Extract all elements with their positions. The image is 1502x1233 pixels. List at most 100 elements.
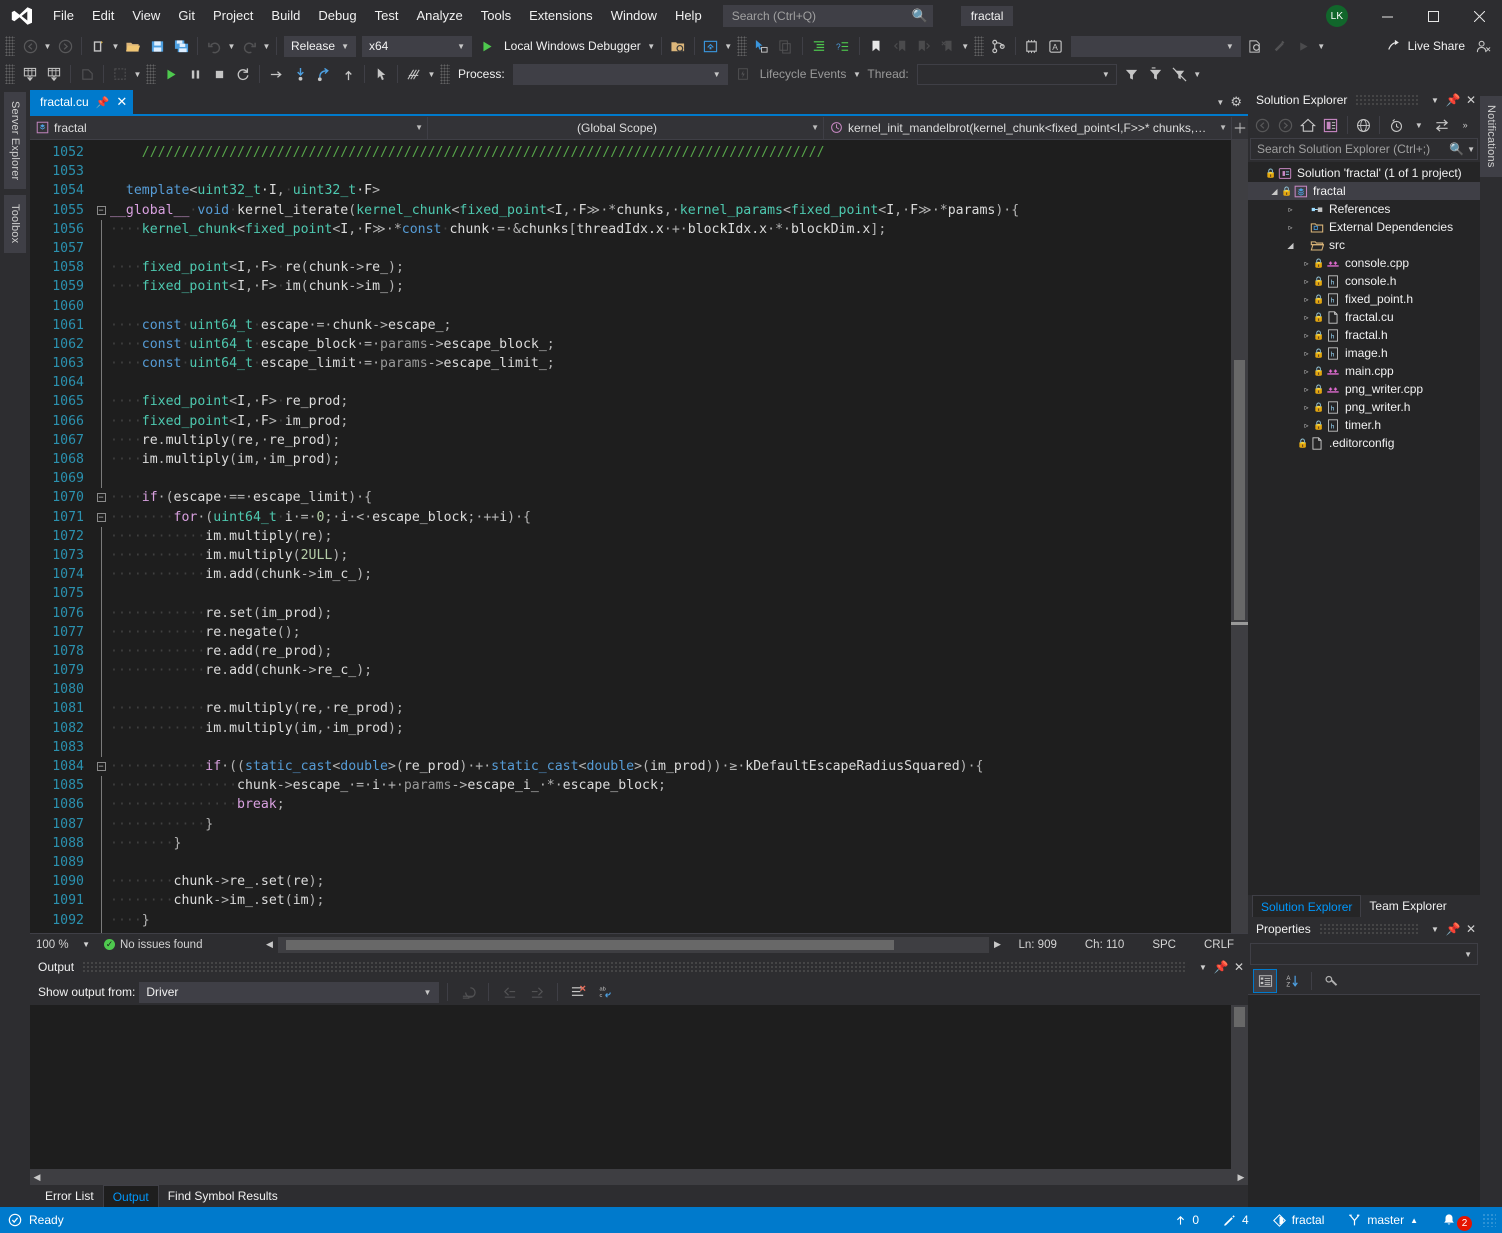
scroll-left-icon[interactable]: ◀ (262, 939, 276, 950)
code-line[interactable]: 1091 ········chunk->im_.set(im); (30, 891, 1231, 911)
minimize-button[interactable] (1364, 0, 1410, 32)
collapsed-chevron-icon[interactable]: ▹ (1284, 223, 1297, 232)
code-line[interactable]: 1079 ············re.add(chunk->re_c_); (30, 661, 1231, 681)
fold-gutter[interactable] (92, 469, 110, 489)
tab-toolbox[interactable]: Toolbox (4, 195, 26, 253)
tree-item-editorconfig[interactable]: 🔒 .editorconfig (1248, 434, 1480, 452)
fold-gutter[interactable] (92, 296, 110, 316)
save-all-icon[interactable] (170, 35, 192, 57)
tab-error-list[interactable]: Error List (36, 1185, 103, 1207)
find-in-files-icon[interactable] (1245, 35, 1267, 57)
fold-gutter[interactable] (92, 238, 110, 259)
gear-icon[interactable]: ⚙ (1230, 94, 1242, 110)
split-editor-icon[interactable] (1232, 122, 1248, 134)
copy-element-icon[interactable] (775, 35, 797, 57)
go-to-message-icon[interactable] (457, 981, 479, 1003)
fold-gutter[interactable] (92, 641, 110, 662)
scrollbar-thumb[interactable] (1234, 1007, 1245, 1027)
code-line[interactable]: 1055 − __global__·void·kernel_iterate(kern… (30, 201, 1231, 220)
code-line[interactable]: 1082 ············im.multiply(im,·im_prod)… (30, 718, 1231, 738)
toolbar-search-combo[interactable]: ▼ (1070, 35, 1241, 57)
tab-server-explorer[interactable]: Server Explorer (4, 92, 26, 190)
code-line[interactable]: 1067 ····re.multiply(re,·re_prod); (30, 430, 1231, 450)
code-line[interactable]: 1080 (30, 680, 1231, 700)
fold-gutter[interactable]: − (92, 757, 110, 776)
increase-indent-icon[interactable] (808, 35, 830, 57)
tree-item-fractal-h[interactable]: ▹ 🔒 h fractal.h (1248, 326, 1480, 344)
menu-build[interactable]: Build (262, 0, 309, 32)
tree-item-png-writer-cpp[interactable]: ▹ 🔒 png_writer.cpp (1248, 380, 1480, 398)
lifecycle-events-dropdown-icon[interactable]: ▼ (851, 70, 862, 79)
collapse-icon[interactable]: − (96, 205, 106, 215)
tab-output[interactable]: Output (102, 1185, 159, 1207)
code-line[interactable]: 1069 (30, 469, 1231, 489)
fold-gutter[interactable] (92, 852, 110, 873)
code-line[interactable]: 1053 (30, 162, 1231, 181)
undo-dropdown-icon[interactable]: ▼ (226, 42, 237, 51)
fold-gutter[interactable] (92, 430, 110, 450)
tree-item-fractal[interactable]: ◢ 🔒 fractal (1248, 182, 1480, 200)
menu-file[interactable]: File (44, 0, 83, 32)
solution-explorer-search-input[interactable]: Search Solution Explorer (Ctrl+;) 🔍 ▼ (1250, 138, 1478, 160)
pin-icon[interactable]: 📌 (1444, 922, 1462, 936)
batch-build-dropdown-icon[interactable]: ▼ (132, 70, 143, 79)
code-line[interactable]: 1056 ····kernel_chunk<fixed_point<I,·F≫·*… (30, 219, 1231, 239)
show-next-statement-icon[interactable] (265, 63, 287, 85)
output-horizontal-scrollbar[interactable]: ◀ ▶ (30, 1169, 1248, 1185)
tree-item-solution-fractal-1-of-1-project[interactable]: 🔒 Solution 'fractal' (1 of 1 project) (1248, 164, 1480, 182)
menu-git[interactable]: Git (169, 0, 204, 32)
code-line[interactable]: 1065 ····fixed_point<I,·F>·re_prod; (30, 392, 1231, 412)
code-line[interactable]: 1088 ········} (30, 833, 1231, 853)
properties-object-combo[interactable]: ▼ (1250, 943, 1478, 965)
fold-gutter[interactable] (92, 277, 110, 297)
fold-gutter[interactable] (92, 162, 110, 181)
toolbar-grip[interactable] (5, 36, 15, 56)
menu-window[interactable]: Window (602, 0, 666, 32)
fold-gutter[interactable] (92, 795, 110, 815)
tree-item-console-cpp[interactable]: ▹ 🔒 console.cpp (1248, 254, 1480, 272)
collapsed-chevron-icon[interactable]: ▹ (1300, 349, 1313, 358)
pending-changes-icon[interactable] (1385, 114, 1407, 136)
navigate-backward-dropdown-icon[interactable]: ▼ (42, 42, 53, 51)
start-debugging-dropdown-icon[interactable]: ▼ (646, 42, 657, 51)
code-line[interactable]: 1075 (30, 584, 1231, 604)
previous-message-icon[interactable] (498, 981, 520, 1003)
pin-icon[interactable]: 📌 (1444, 93, 1462, 107)
scrollbar-thumb[interactable] (286, 939, 895, 950)
code-line[interactable]: 1058 ····fixed_point<I,·F>·re(chunk->re_)… (30, 258, 1231, 278)
pointer-icon[interactable] (370, 63, 392, 85)
threads-icon[interactable] (403, 63, 425, 85)
menu-analyze[interactable]: Analyze (407, 0, 471, 32)
fold-gutter[interactable] (92, 680, 110, 700)
code-line[interactable]: 1063 ····const·uint64_t·escape_limit·=·pa… (30, 354, 1231, 374)
step-into-icon[interactable] (289, 63, 311, 85)
toolbar-grip[interactable] (146, 64, 156, 84)
expanded-chevron-icon[interactable]: ◢ (1268, 187, 1281, 196)
code-editor[interactable]: 1052 ///////////////////////////////////… (30, 140, 1231, 933)
git-changes-icon[interactable] (988, 35, 1010, 57)
code-line[interactable]: 1089 (30, 852, 1231, 873)
start-debugging-label[interactable]: Local Windows Debugger (499, 39, 646, 53)
collapsed-chevron-icon[interactable]: ▹ (1300, 313, 1313, 322)
branch-indicator[interactable]: master ▲ (1336, 1207, 1430, 1233)
menu-extensions[interactable]: Extensions (520, 0, 602, 32)
collapsed-chevron-icon[interactable]: ▹ (1300, 277, 1313, 286)
resize-grip[interactable] (1482, 1213, 1496, 1227)
live-share-button[interactable]: Live Share (1380, 39, 1471, 53)
new-project-dropdown-icon[interactable]: ▼ (110, 42, 121, 51)
process-combo[interactable]: ▼ (512, 63, 728, 85)
menu-debug[interactable]: Debug (309, 0, 365, 32)
fold-gutter[interactable] (92, 411, 110, 431)
code-line[interactable]: 1068 ····im.multiply(im,·im_prod); (30, 450, 1231, 470)
code-line[interactable]: 1066 ····fixed_point<I,·F>·im_prod; (30, 411, 1231, 431)
rebuild-solution-icon[interactable] (43, 63, 65, 85)
undo-icon[interactable] (203, 35, 225, 57)
fold-gutter[interactable]: − (92, 201, 110, 220)
tree-item-external-dependencies[interactable]: ▹ External Dependencies (1248, 218, 1480, 236)
repository-indicator[interactable]: fractal (1261, 1207, 1337, 1233)
code-line[interactable]: 1061 ····const·uint64_t·escape·=·chunk->e… (30, 315, 1231, 335)
fold-gutter[interactable] (92, 373, 110, 393)
code-line[interactable]: 1074 ············im.add(chunk->im_c_); (30, 565, 1231, 585)
code-line[interactable]: 1072 ············im.multiply(re); (30, 526, 1231, 546)
fold-gutter[interactable] (92, 181, 110, 200)
